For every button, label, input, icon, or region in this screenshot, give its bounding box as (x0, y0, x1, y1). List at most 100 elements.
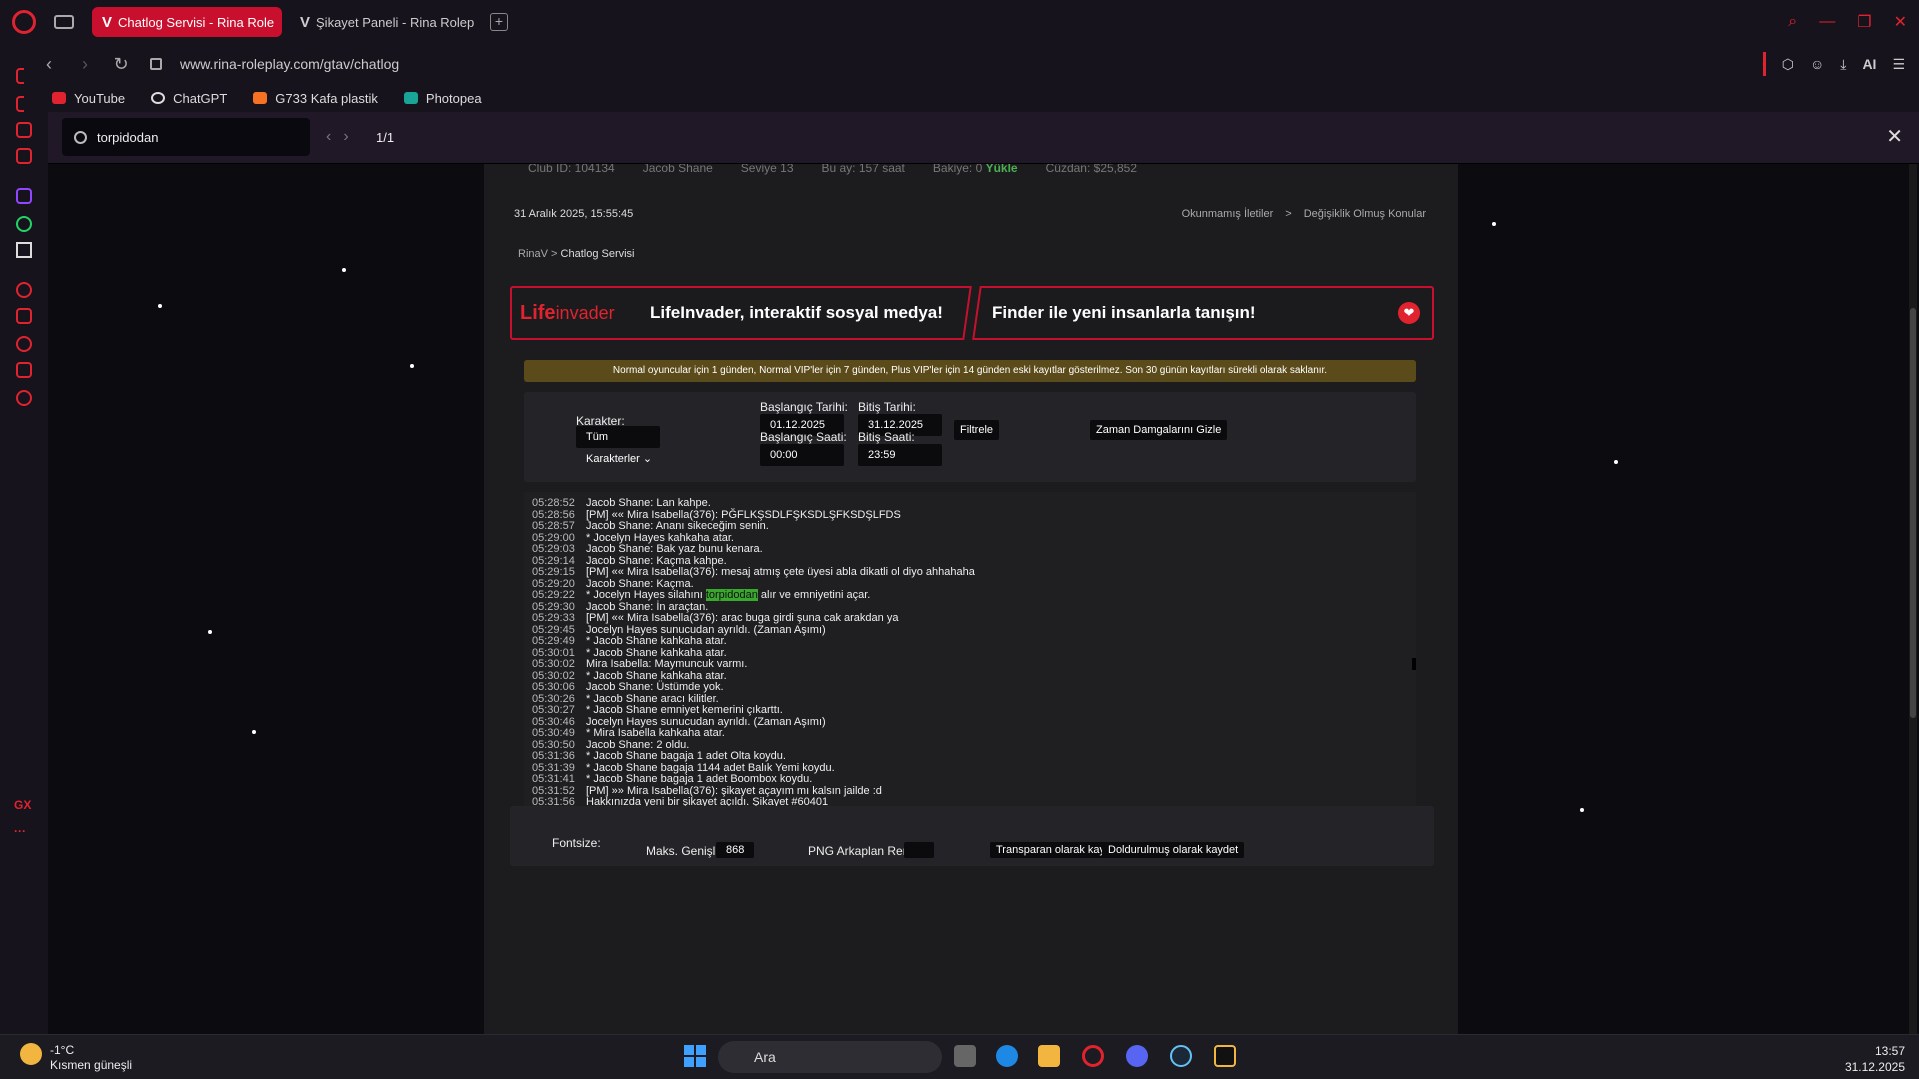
club-id: Club ID: 104134 (528, 164, 615, 175)
lifeinvader-logo: Lifeinvader (520, 302, 615, 324)
profile-icon[interactable]: ☺ (1810, 56, 1824, 72)
bookmark-label: Photopea (425, 90, 482, 106)
ai-label[interactable]: AI (1862, 56, 1876, 72)
header-links: Okunmamış İletiler > Değişiklik Olmuş Ko… (1182, 208, 1426, 220)
chatlog-panel: Club ID: 104134 Jacob Shane Seviye 13 Bu… (484, 164, 1458, 1034)
minimize-icon[interactable]: — (1819, 13, 1835, 31)
close-icon[interactable]: ✕ (1886, 124, 1903, 149)
balance: Bakiye: 0 Yükle (933, 164, 1018, 178)
filter-panel: Karakter: Tüm Karakterler ⌄ Başlangıç Ta… (524, 392, 1416, 482)
extensions-icon[interactable] (16, 362, 32, 378)
banner-text-finder: Finder ile yeni insanlarla tanışın! (992, 303, 1256, 322)
page-scrollbar[interactable] (1909, 164, 1917, 1034)
find-next-icon[interactable]: › (343, 128, 348, 146)
find-in-page-bar: torpidodan ‹ › 1/1 ✕ (48, 112, 1919, 164)
gx-label[interactable]: GX (14, 798, 31, 812)
fontsize-label: Fontsize: (552, 836, 601, 850)
find-input[interactable]: torpidodan (62, 118, 310, 156)
discord-icon[interactable] (1126, 1045, 1148, 1067)
bookmark-youtube[interactable]: YouTube (52, 91, 125, 106)
url-field[interactable]: www.rina-roleplay.com/gtav/chatlog (180, 56, 399, 72)
max-width-input[interactable]: 868 (716, 842, 754, 858)
player-icon[interactable] (16, 282, 32, 298)
toolbar-extensions: ⬡ ☺ ⤓ AI ☰ (1762, 44, 1905, 84)
end-time-input[interactable]: 23:59 (858, 444, 942, 466)
snow-particle (1614, 460, 1618, 464)
bookmark-g733[interactable]: G733 Kafa plastik (253, 91, 378, 106)
save-filled-button[interactable]: Doldurulmuş olarak kaydet (1102, 842, 1245, 858)
rage-mp-icon[interactable] (1214, 1045, 1236, 1067)
settings-icon[interactable] (16, 390, 32, 406)
window-controls: ⌕ — ❐ ✕ (1788, 0, 1919, 44)
bookmark-label: YouTube (74, 90, 126, 106)
opera-gx-icon[interactable] (1082, 1045, 1104, 1067)
find-navigation: ‹ › (326, 128, 349, 146)
download-icon[interactable]: ⤓ (1840, 56, 1846, 73)
weather-widget[interactable]: -1°C Kısmen güneşli (20, 1043, 132, 1073)
scrollbar-thumb[interactable] (1910, 308, 1916, 718)
start-time-input[interactable]: 00:00 (760, 444, 844, 466)
tab-sikayet[interactable]: V Şikayet Paneli - Rina Rolep (290, 7, 480, 37)
windows-taskbar: -1°C Kısmen güneşli Ara 13:57 31.12.2025 (0, 1034, 1919, 1079)
find-previous-icon[interactable]: ‹ (326, 128, 331, 146)
changed-topics-link[interactable]: Değişiklik Olmuş Konular (1304, 208, 1426, 220)
more-icon[interactable]: ··· (14, 824, 26, 838)
bookmarks-icon[interactable] (16, 308, 32, 324)
bookmark-photopea[interactable]: Photopea (403, 90, 482, 106)
character-select[interactable]: Tüm Karakterler ⌄ (576, 426, 660, 465)
new-tab-button[interactable]: + (490, 13, 508, 31)
bookmark-label: ChatGPT (173, 90, 228, 106)
snow-particle (208, 630, 212, 634)
tab-label: Şikayet Paneli - Rina Rolep (316, 14, 475, 30)
clock-date: 31.12.2025 (1844, 1060, 1905, 1074)
monthly-hours: Bu ay: 157 saat (821, 164, 905, 175)
photopea-icon (403, 92, 418, 104)
lock-icon[interactable] (150, 58, 162, 70)
breadcrumb-current[interactable]: Chatlog Servisi (561, 248, 635, 260)
clock-time: 13:57 (1874, 1044, 1905, 1058)
start-icon[interactable] (684, 1045, 706, 1067)
extension-puzzle-icon[interactable]: ⬡ (1782, 56, 1794, 73)
restore-icon[interactable]: ❐ (1857, 12, 1871, 32)
character-name: Jacob Shane (642, 164, 713, 175)
task-view-icon[interactable] (954, 1045, 976, 1067)
tab-chatlog[interactable]: V Chatlog Servisi - Rina Role (92, 7, 282, 37)
history-icon[interactable] (16, 336, 32, 352)
filter-button[interactable]: Filtrele (954, 420, 1000, 440)
forward-icon[interactable]: › (74, 54, 96, 75)
top-up-link[interactable]: Yükle (986, 164, 1018, 175)
bookmark-chatgpt[interactable]: ChatGPT (151, 91, 227, 106)
start-time-label: Başlangıç Saati: (760, 430, 847, 444)
steam-icon[interactable] (1170, 1045, 1192, 1067)
search-highlight: torpidodan (705, 589, 758, 601)
close-icon[interactable]: ✕ (1894, 12, 1907, 32)
hide-timestamps-button[interactable]: Zaman Damgalarını Gizle (1090, 420, 1228, 440)
menu-icon[interactable]: ☰ (1892, 56, 1905, 73)
breadcrumb-home[interactable]: RinaV (518, 248, 548, 260)
find-match-count: 1/1 (376, 130, 395, 145)
search-icon[interactable]: ⌕ (1788, 13, 1797, 31)
taskbar-search[interactable]: Ara (718, 1041, 942, 1073)
lifeinvader-banner[interactable]: Lifeinvader LifeInvader, interaktif sosy… (510, 286, 1434, 340)
tab-menu-icon[interactable] (54, 15, 74, 29)
gx-corner-icon[interactable] (16, 122, 32, 138)
unread-messages-link[interactable]: Okunmamış İletiler (1182, 208, 1274, 220)
snow-particle (1580, 808, 1584, 812)
edge-icon[interactable] (996, 1045, 1018, 1067)
x-icon[interactable] (16, 242, 32, 258)
reload-icon[interactable]: ↻ (110, 54, 132, 75)
whatsapp-icon[interactable] (16, 216, 32, 232)
opera-logo-icon[interactable] (12, 10, 36, 34)
end-date-label: Bitiş Tarihi: (858, 400, 916, 414)
back-icon[interactable]: ‹ (38, 54, 60, 75)
chatlog-scrollbar[interactable] (1412, 658, 1416, 670)
png-bg-color[interactable] (904, 842, 934, 858)
system-clock[interactable]: 13:57 31.12.2025 (1845, 1043, 1905, 1075)
file-explorer-icon[interactable] (1038, 1045, 1060, 1067)
opera-sidebar: GX ··· (0, 44, 48, 1034)
weather-icon (20, 1043, 42, 1065)
address-bar: ‹ › ↻ www.rina-roleplay.com/gtav/chatlog… (24, 44, 1919, 84)
twitch-icon[interactable] (16, 188, 32, 204)
banner-divider (962, 286, 982, 340)
mail-icon[interactable] (16, 148, 32, 164)
